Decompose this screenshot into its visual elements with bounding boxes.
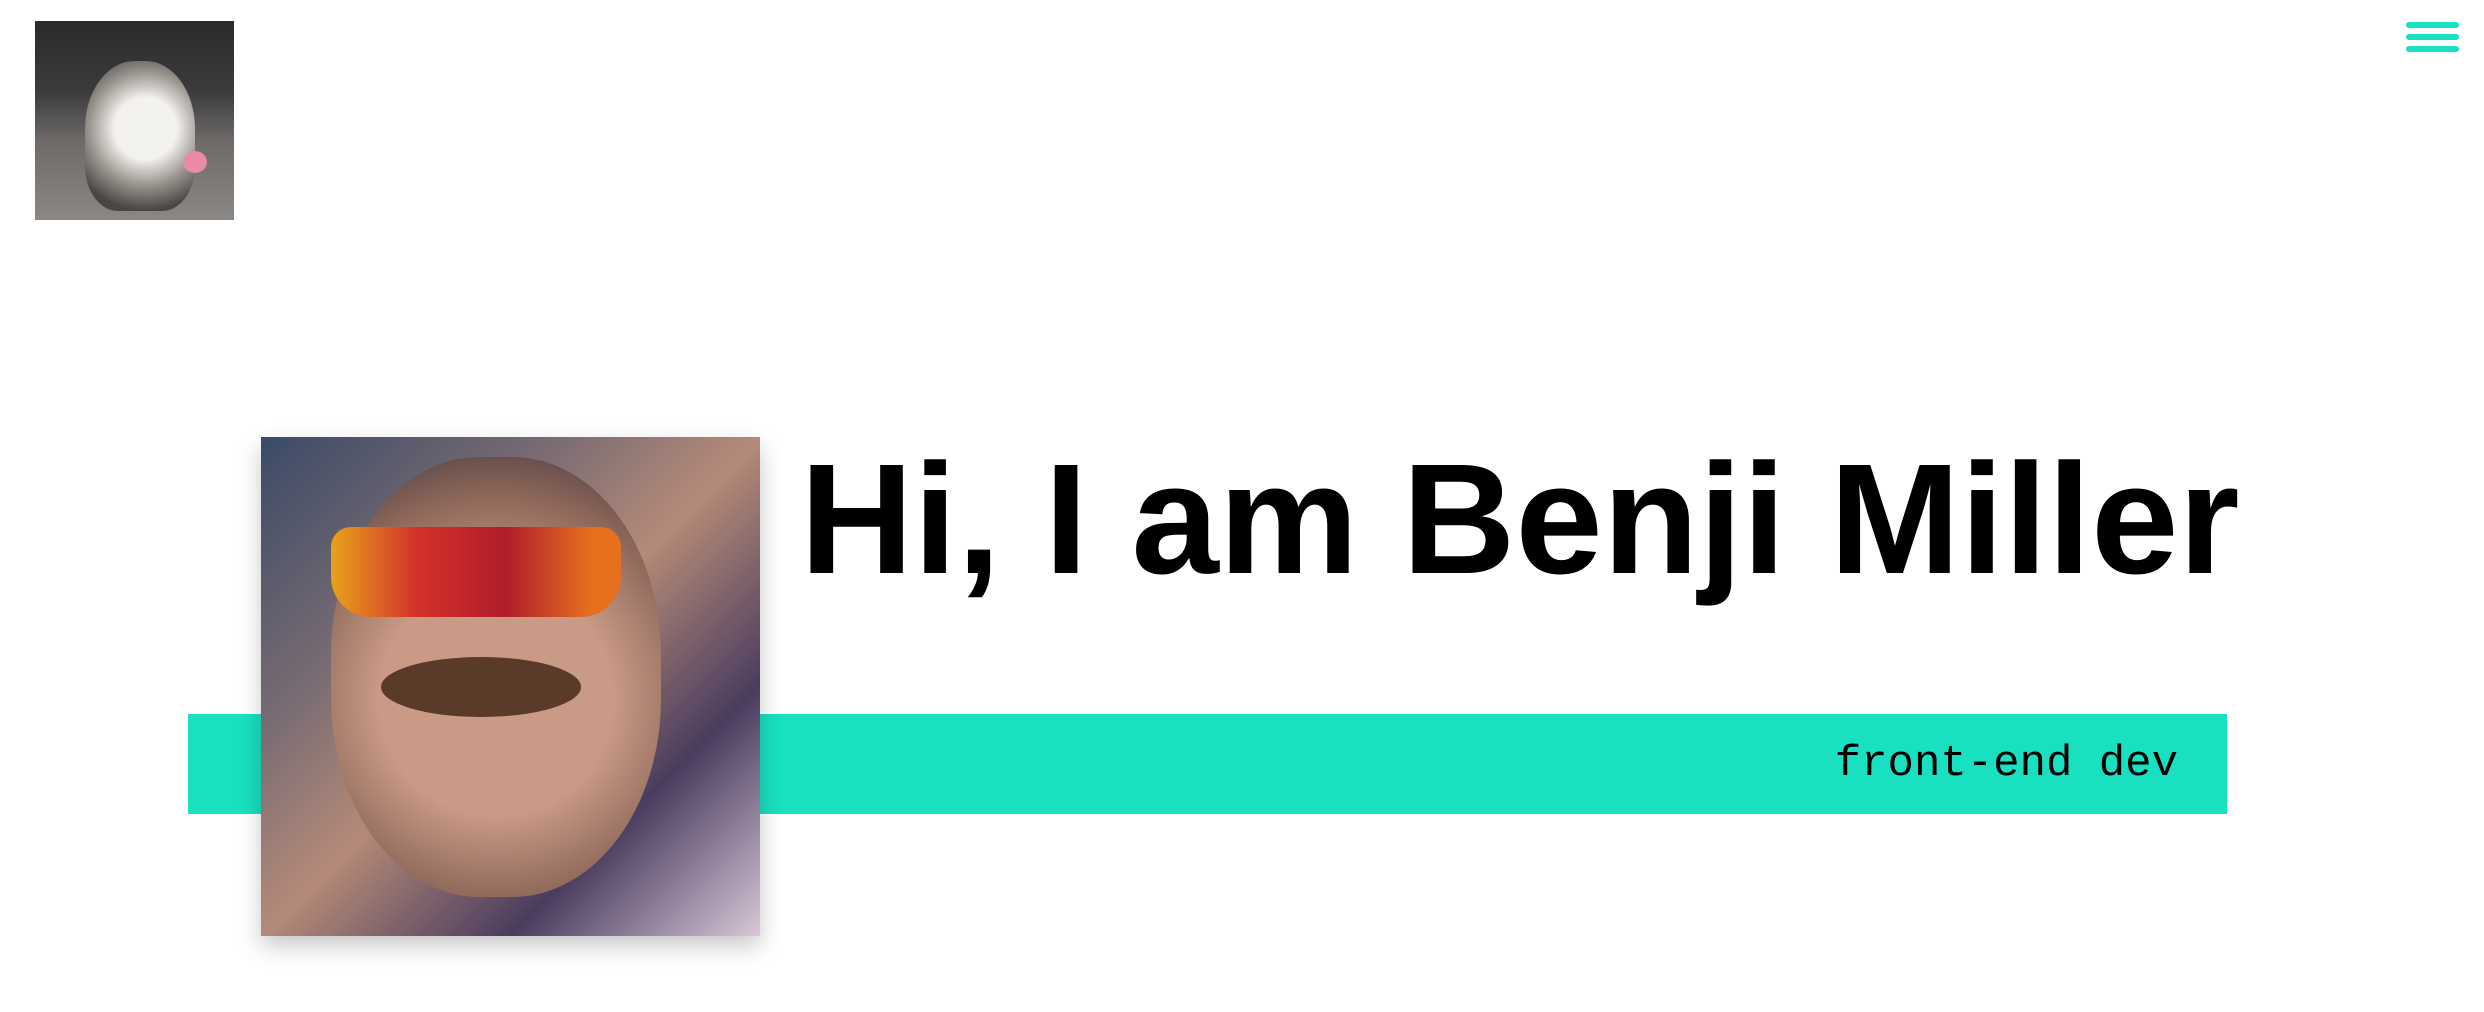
portrait-mustache	[381, 657, 581, 717]
role-text: front-end dev	[1834, 739, 2178, 789]
hamburger-menu-icon[interactable]	[2404, 18, 2462, 58]
name-text: Benji Miller	[1402, 432, 2240, 607]
dog-tongue	[183, 151, 207, 173]
logo-dog-photo[interactable]	[35, 21, 234, 220]
portrait-sunglasses	[331, 527, 621, 617]
dog-image	[85, 61, 195, 211]
profile-photo	[261, 437, 760, 936]
greeting-text: Hi, I am	[800, 432, 1359, 607]
hero-heading: Hi, I am Benji Miller	[800, 430, 2240, 610]
